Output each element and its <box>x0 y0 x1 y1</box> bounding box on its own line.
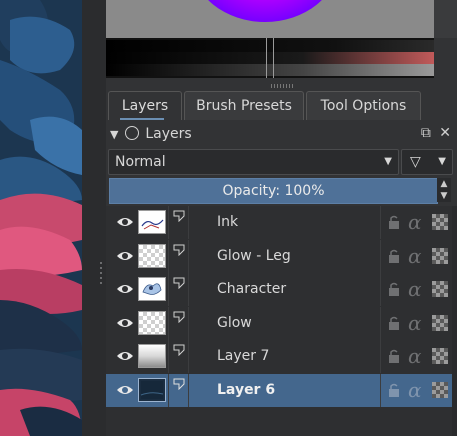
layer-type-icon <box>173 277 185 289</box>
dark-thumbnail <box>138 378 166 402</box>
opacity-slider[interactable]: Opacity: 100% <box>109 178 438 204</box>
layer-type-icon <box>173 244 185 256</box>
layer-row[interactable]: Glow - Leg α <box>106 240 452 273</box>
visibility-eye-icon[interactable] <box>116 348 134 364</box>
visibility-eye-icon[interactable] <box>116 248 134 264</box>
float-panel-icon[interactable]: ⧉ <box>421 125 431 141</box>
layer-type-icon <box>173 344 185 356</box>
lock-icon[interactable] <box>388 349 400 363</box>
layer-type-icon <box>173 210 185 222</box>
layer-name[interactable]: Layer 7 <box>217 340 269 373</box>
visibility-eye-icon[interactable] <box>116 382 134 398</box>
transparent-thumbnail <box>138 311 166 335</box>
layers-list: Ink α Glow - Leg α Character α Glow α La… <box>106 206 457 436</box>
dock-splitter[interactable] <box>82 0 106 436</box>
lock-icon[interactable] <box>388 249 400 263</box>
alpha-lock-icon[interactable]: α <box>408 211 422 233</box>
docker-tabs: Layers Brush Presets Tool Options <box>106 91 457 121</box>
filter-button[interactable]: ▽ ▼ <box>401 149 453 175</box>
layers-panel-title: Layers <box>145 126 192 142</box>
inherit-alpha-icon[interactable] <box>432 248 448 264</box>
visibility-eye-icon[interactable] <box>116 281 134 297</box>
collapse-triangle-icon[interactable]: ▼ <box>110 128 118 141</box>
lock-icon[interactable] <box>388 282 400 296</box>
inherit-alpha-icon[interactable] <box>432 315 448 331</box>
transparent-thumbnail <box>138 244 166 268</box>
layer-row[interactable]: Layer 7 α <box>106 340 452 373</box>
layers-panel-icon <box>124 126 139 140</box>
alpha-lock-icon[interactable]: α <box>408 345 422 367</box>
color-selector-margin <box>434 0 457 38</box>
tab-layers[interactable]: Layers <box>108 91 182 120</box>
chevron-down-icon: ▼ <box>384 156 392 167</box>
opacity-spinner[interactable]: ▲ ▼ <box>437 178 451 202</box>
color-wheel[interactable] <box>192 0 338 22</box>
blend-mode-select[interactable]: Normal ▼ <box>108 149 399 175</box>
visibility-eye-icon[interactable] <box>116 315 134 331</box>
layer-row[interactable]: Ink α <box>106 206 452 239</box>
layers-scrollbar[interactable] <box>452 206 457 436</box>
layer-type-icon <box>173 378 185 390</box>
tab-brush-presets[interactable]: Brush Presets <box>184 91 304 120</box>
alpha-lock-icon[interactable]: α <box>408 379 422 401</box>
layer-name[interactable]: Layer 6 <box>217 374 275 407</box>
layer-name[interactable]: Character <box>217 273 286 306</box>
tab-tool-options[interactable]: Tool Options <box>306 91 421 120</box>
color-selector[interactable] <box>106 0 434 38</box>
resize-handle[interactable] <box>271 84 295 88</box>
character-thumbnail <box>138 277 166 301</box>
slider-cursor[interactable] <box>266 38 274 78</box>
inherit-alpha-icon[interactable] <box>432 382 448 398</box>
layer-name[interactable]: Ink <box>217 206 238 239</box>
layers-panel-header: ▼ Layers <box>110 123 192 145</box>
layer-name[interactable]: Glow <box>217 307 252 340</box>
canvas-artwork-image <box>0 0 82 436</box>
blend-mode-value: Normal <box>115 154 166 170</box>
gradient-thumbnail <box>138 344 166 368</box>
layer-type-icon <box>173 311 185 323</box>
inherit-alpha-icon[interactable] <box>432 214 448 230</box>
layer-row[interactable]: Character α <box>106 273 452 306</box>
active-tab-indicator <box>120 118 164 120</box>
lock-icon[interactable] <box>388 215 400 229</box>
alpha-lock-icon[interactable]: α <box>408 278 422 300</box>
alpha-lock-icon[interactable]: α <box>408 245 422 267</box>
inherit-alpha-icon[interactable] <box>432 348 448 364</box>
filter-icon: ▽ <box>410 154 421 170</box>
opacity-label: Opacity: 100% <box>222 183 325 199</box>
panel-title-buttons: ⧉ ✕ <box>421 125 451 141</box>
ink-thumbnail <box>138 210 166 234</box>
lock-icon[interactable] <box>388 383 400 397</box>
canvas-artwork[interactable] <box>0 0 82 436</box>
lock-icon[interactable] <box>388 316 400 330</box>
layer-name[interactable]: Glow - Leg <box>217 240 291 273</box>
visibility-eye-icon[interactable] <box>116 214 134 230</box>
close-panel-icon[interactable]: ✕ <box>439 125 451 141</box>
layer-row[interactable]: Glow α <box>106 307 452 340</box>
splitter-grip[interactable] <box>100 262 103 290</box>
chevron-down-icon: ▼ <box>438 156 446 167</box>
spin-up-icon[interactable]: ▲ <box>437 178 451 190</box>
inherit-alpha-icon[interactable] <box>432 281 448 297</box>
color-sliders[interactable] <box>106 38 434 78</box>
spin-down-icon[interactable]: ▼ <box>437 190 451 202</box>
alpha-lock-icon[interactable]: α <box>408 312 422 334</box>
right-dock: Layers Brush Presets Tool Options ▼ Laye… <box>106 0 457 436</box>
layer-row-selected[interactable]: Layer 6 α <box>106 374 452 407</box>
